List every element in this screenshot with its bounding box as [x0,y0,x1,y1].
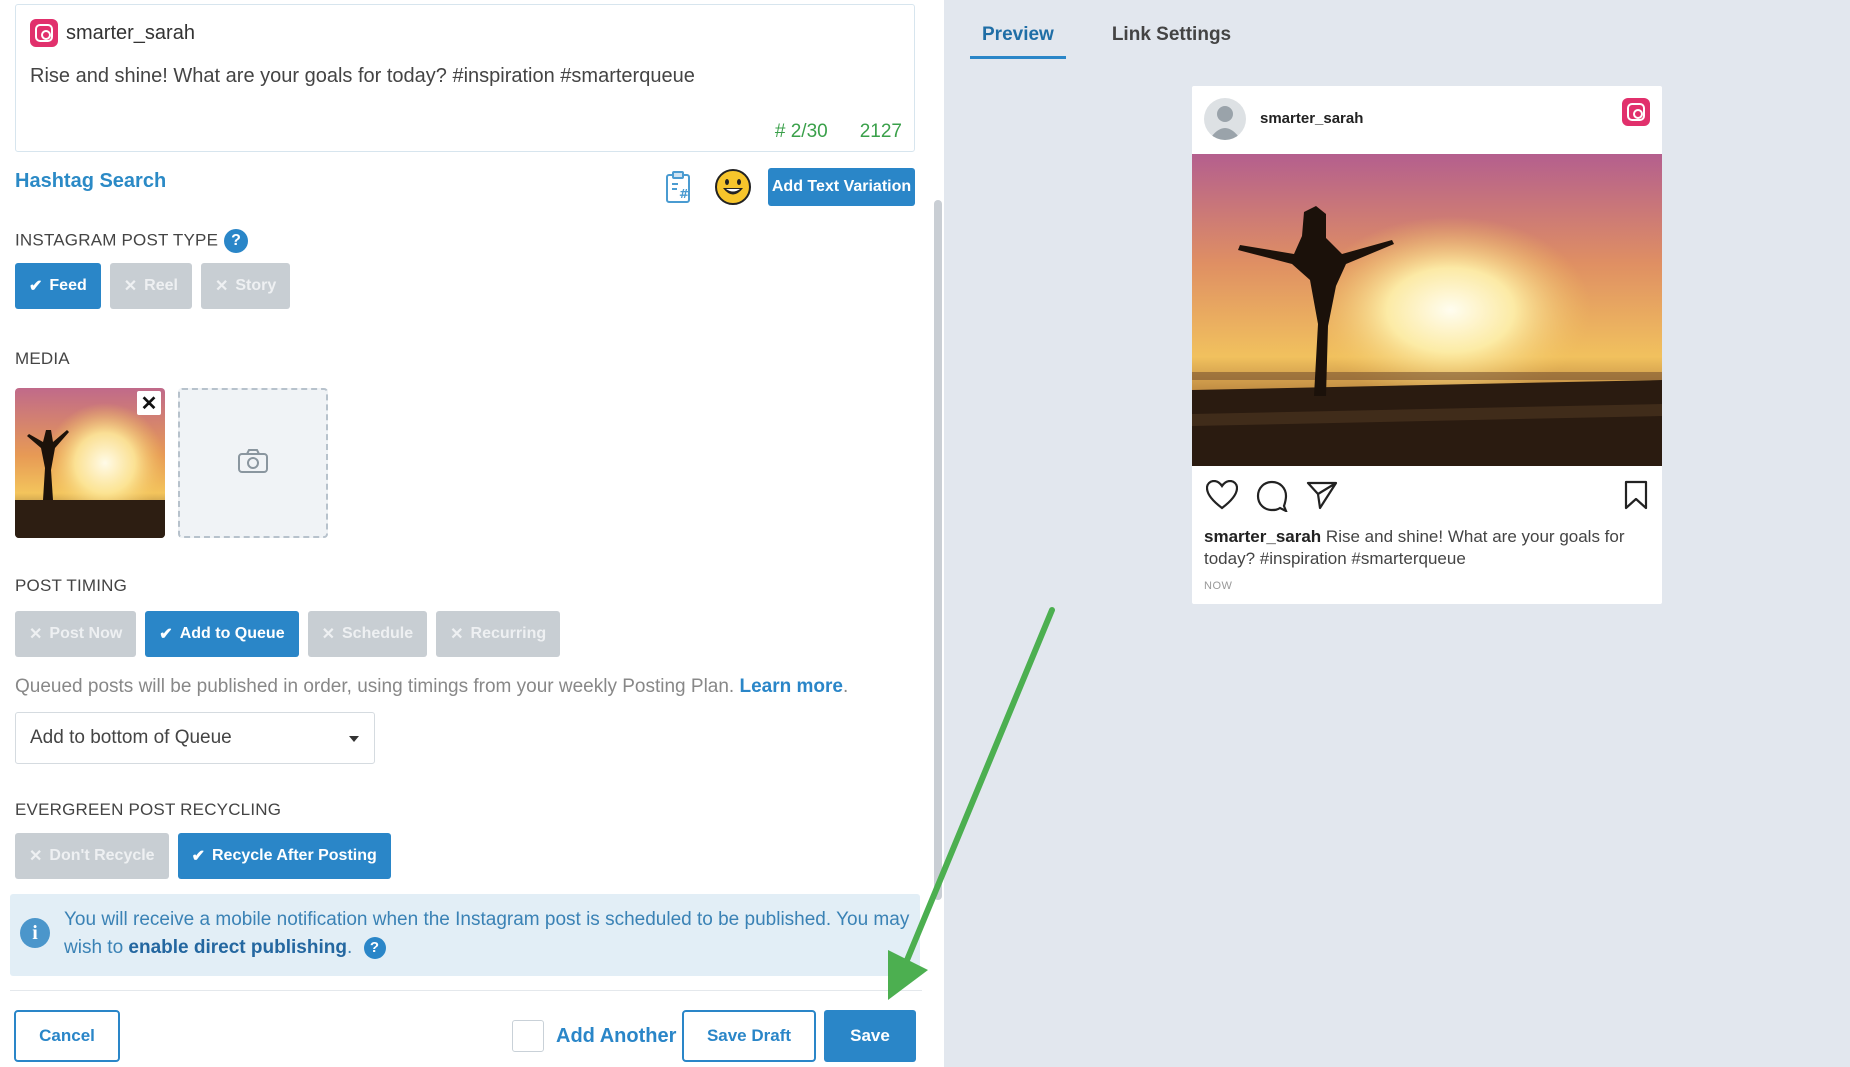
instagram-icon [30,19,58,47]
x-icon: ✕ [214,278,229,295]
learn-more-link[interactable]: Learn more [740,676,843,697]
toggle-label: Story [235,277,277,294]
schedule-toggle[interactable]: ✕ Schedule [307,611,428,657]
info-end: . [346,937,353,958]
post-text-input[interactable]: Rise and shine! What are your goals for … [30,65,695,88]
post-editor-panel: smarter_sarah Rise and shine! What are y… [0,0,944,1067]
post-type-label: INSTAGRAM POST TYPE [15,230,219,250]
check-icon: ✔ [159,626,173,643]
evergreen-label: EVERGREEN POST RECYCLING [15,800,282,819]
evergreen-options: ✕ Don't Recycle ✔ Recycle After Posting [15,833,391,879]
hashtag-clipboard-icon[interactable]: # [664,170,694,209]
add-another-label: Add Another [556,1024,677,1047]
save-button[interactable]: Save [824,1010,916,1062]
post-timing-label: POST TIMING [15,576,128,595]
info-text: You will receive a mobile notification w… [64,906,914,962]
queue-note-end: . [842,676,849,697]
queue-position-value: Add to bottom of Queue [30,727,232,748]
x-icon: ✕ [29,626,43,643]
tab-preview[interactable]: Preview [970,20,1066,59]
hashtag-search-link[interactable]: Hashtag Search [15,170,166,193]
character-count: 2127 [859,121,902,142]
instagram-icon [1622,98,1650,126]
post-type-feed-toggle[interactable]: ✔ Feed [15,263,101,309]
preview-actions [1205,479,1648,517]
emoji-picker-icon[interactable] [714,168,752,211]
cancel-button[interactable]: Cancel [14,1010,120,1062]
avatar [1204,98,1246,140]
media-label: MEDIA [15,349,70,368]
x-icon: ✕ [123,278,138,295]
check-icon: ✔ [191,848,205,865]
notification-info-box: i You will receive a mobile notification… [10,894,920,976]
toggle-label: Don't Recycle [49,847,155,864]
caption-username: smarter_sarah [1204,527,1322,546]
footer-divider [10,990,922,991]
share-icon [1306,480,1338,515]
preview-photo [1192,154,1662,466]
post-now-toggle[interactable]: ✕ Post Now [15,611,137,657]
heart-icon [1205,479,1239,515]
info-icon: i [20,918,50,948]
add-text-variation-button[interactable]: Add Text Variation [768,168,915,206]
x-icon: ✕ [450,626,464,643]
toggle-label: Recurring [470,625,547,642]
toggle-label: Schedule [342,625,414,642]
scrollbar-thumb[interactable] [934,200,942,900]
post-type-section: INSTAGRAM POST TYPE? [15,229,249,253]
account-name: smarter_sarah [66,21,195,44]
toggle-label: Feed [49,277,87,294]
preview-timestamp: NOW [1204,580,1233,592]
composer-tools: # [664,168,752,211]
preview-username: smarter_sarah [1260,110,1364,127]
comment-icon [1256,480,1289,517]
instagram-preview-card: smarter_sarah smarter_sarah Rise and shi… [1192,86,1662,604]
remove-media-button[interactable]: ✕ [137,391,161,415]
preview-tabs: Preview Link Settings [970,20,1243,59]
add-to-queue-toggle[interactable]: ✔ Add to Queue [145,611,299,657]
hashtag-count: # 2/30 [774,121,828,142]
post-composer[interactable]: smarter_sarah Rise and shine! What are y… [15,4,915,152]
queue-note-text: Queued posts will be published in order,… [15,676,740,697]
help-icon[interactable]: ? [363,936,386,959]
bookmark-icon [1624,480,1648,515]
help-icon[interactable]: ? [224,229,249,253]
caret-down-icon [348,727,360,749]
checkbox-icon[interactable] [512,1020,544,1052]
toggle-label: Post Now [49,625,123,642]
toggle-label: Reel [144,277,178,294]
preview-panel: Preview Link Settings smarter_sarah smar… [944,0,1850,1067]
recurring-toggle[interactable]: ✕ Recurring [436,611,561,657]
queue-position-select[interactable]: Add to bottom of Queue [15,712,375,764]
toggle-label: Recycle After Posting [211,847,377,864]
toggle-label: Add to Queue [179,625,285,642]
tab-link-settings[interactable]: Link Settings [1100,20,1243,59]
queue-note: Queued posts will be published in order,… [15,676,848,698]
dont-recycle-toggle[interactable]: ✕ Don't Recycle [15,833,169,879]
add-another-checkbox[interactable]: Add Another [512,1020,676,1052]
composer-account: smarter_sarah [30,19,195,47]
media-upload-slot[interactable] [178,388,328,538]
post-type-options: ✔ Feed ✕ Reel ✕ Story [15,263,291,309]
save-draft-button[interactable]: Save Draft [682,1010,816,1062]
preview-caption: smarter_sarah Rise and shine! What are y… [1204,526,1644,570]
x-icon: ✕ [321,626,335,643]
post-type-reel-toggle[interactable]: ✕ Reel [109,263,192,309]
recycle-after-posting-toggle[interactable]: ✔ Recycle After Posting [177,833,391,879]
x-icon: ✕ [29,848,43,865]
camera-icon [237,448,269,479]
post-type-story-toggle[interactable]: ✕ Story [200,263,291,309]
svg-text:#: # [679,187,689,201]
post-timing-options: ✕ Post Now ✔ Add to Queue ✕ Schedule ✕ Recur… [15,611,561,657]
enable-direct-publishing-link[interactable]: enable direct publishing [128,937,347,958]
check-icon: ✔ [29,278,43,295]
composer-counters: # 2/30 2127 [775,121,902,143]
